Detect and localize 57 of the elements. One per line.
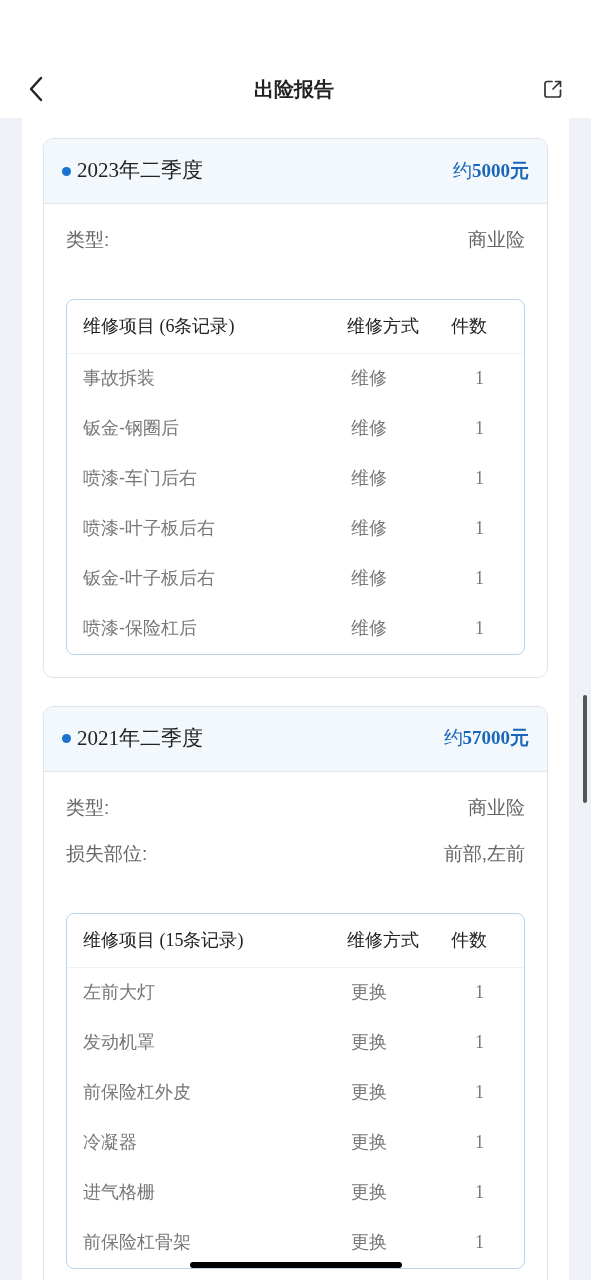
table-cell-text: 钣金-叶子板后右	[83, 567, 216, 590]
table-cell-text: 冷凝器	[83, 1131, 138, 1154]
table-cell-text: 1	[475, 1181, 484, 1204]
field-label: 类型:	[66, 795, 110, 820]
back-icon[interactable]	[28, 76, 44, 102]
table-cell-text: 发动机罩	[83, 1031, 156, 1054]
table-cell-text: 更换	[351, 1181, 388, 1204]
table-cell-text: 1	[475, 1031, 484, 1054]
table-cell-text: 维修	[351, 367, 388, 390]
field-label: 损失部位:	[66, 842, 148, 866]
table-cell-text: 更换	[351, 981, 388, 1004]
table-cell-text: 1	[475, 1081, 484, 1104]
table-cell-text: 1	[475, 467, 484, 490]
scrollbar-icon	[583, 695, 587, 803]
table-cell-text: 喷漆-叶子板后右	[83, 517, 216, 540]
table-cell-text: 1	[475, 567, 484, 590]
table-cell-text: 维修	[351, 417, 388, 440]
column-header: 维修方式	[347, 928, 420, 952]
field-label: 类型:	[66, 228, 110, 252]
table-cell-text: 更换	[351, 1031, 388, 1054]
share-icon[interactable]	[543, 79, 563, 99]
home-indicator-icon	[190, 1262, 402, 1268]
table-cell-text: 更换	[351, 1081, 388, 1104]
table-cell-text: 更换	[351, 1131, 388, 1154]
column-header: 件数	[451, 928, 487, 952]
column-header: 维修项目 (15条记录)	[83, 928, 245, 952]
table-cell-text: 维修	[351, 567, 388, 590]
table-cell-text: 前保险杠骨架	[83, 1231, 192, 1254]
column-header: 维修项目 (6条记录)	[83, 314, 236, 338]
table-cell-text: 进气格栅	[83, 1181, 156, 1204]
table-cell-text: 更换	[351, 1231, 388, 1254]
period-title: 2021年二季度	[77, 724, 203, 752]
page-title: 出险报告	[253, 77, 334, 102]
table-cell-text: 左前大灯	[83, 981, 156, 1004]
table-cell-text: 1	[475, 617, 484, 640]
table-cell-text: 1	[475, 1231, 484, 1254]
amount-text: 约5000元	[453, 158, 529, 183]
column-header: 件数	[451, 314, 487, 338]
table-cell-text: 1	[475, 517, 484, 540]
table-cell-text: 维修	[351, 517, 388, 540]
table-cell-text: 维修	[351, 617, 388, 640]
table-cell-text: 1	[475, 367, 484, 390]
table-cell-text: 1	[475, 417, 484, 440]
table-cell-text: 1	[475, 1131, 484, 1154]
column-header: 维修方式	[347, 314, 420, 338]
field-value: 前部,左前	[443, 842, 525, 866]
table-cell-text: 1	[475, 981, 484, 1004]
table-cell-text: 维修	[351, 467, 388, 490]
table-cell-text: 钣金-钢圈后	[83, 417, 180, 440]
table-cell-text: 前保险杠外皮	[83, 1081, 192, 1104]
amount-text: 约57000元	[443, 726, 529, 751]
field-value: 商业险	[468, 228, 525, 252]
period-title: 2023年二季度	[77, 157, 203, 185]
field-value: 商业险	[468, 795, 525, 820]
table-cell-text: 喷漆-保险杠后	[83, 617, 198, 640]
table-cell-text: 事故拆装	[83, 367, 156, 390]
table-cell-text: 喷漆-车门后右	[83, 467, 198, 490]
